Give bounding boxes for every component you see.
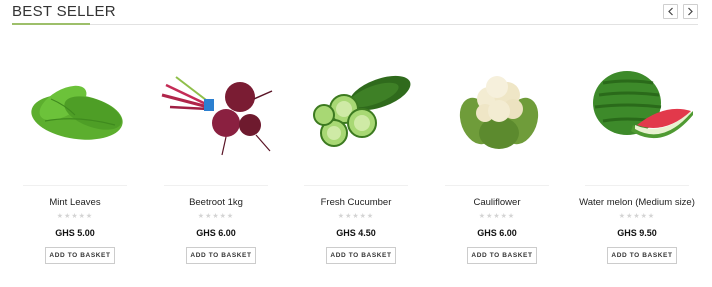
- mint-leaves-image: [31, 85, 123, 140]
- chevron-left-icon: [668, 7, 673, 16]
- card-divider: [304, 185, 408, 186]
- card-divider: [23, 185, 127, 186]
- product-image-link[interactable]: [5, 40, 145, 180]
- rating-stars: ★★★★★: [197, 213, 235, 220]
- chevron-right-icon: [688, 7, 693, 16]
- cauliflower-image: [459, 76, 539, 149]
- add-to-basket-button[interactable]: ADD TO BASKET: [186, 247, 256, 264]
- product-price: GHS 9.50: [617, 228, 657, 238]
- product-card: Beetroot 1kg ★★★★★ GHS 6.00 ADD TO BASKE…: [146, 40, 286, 280]
- rating-stars: ★★★★★: [56, 213, 94, 220]
- product-price: GHS 5.00: [55, 228, 95, 238]
- product-name[interactable]: Water melon (Medium size): [567, 197, 707, 208]
- add-to-basket-button[interactable]: ADD TO BASKET: [326, 247, 396, 264]
- product-image-link[interactable]: [286, 40, 426, 180]
- add-to-basket-button[interactable]: ADD TO BASKET: [607, 247, 677, 264]
- product-image-link[interactable]: [146, 40, 286, 180]
- product-price: GHS 4.50: [336, 228, 376, 238]
- rating-stars: ★★★★★: [337, 213, 375, 220]
- title-divider: [12, 24, 698, 25]
- product-card: Cauliflower ★★★★★ GHS 6.00 ADD TO BASKET: [427, 40, 567, 280]
- section-header: BEST SELLER: [0, 0, 712, 26]
- product-image-link[interactable]: [427, 40, 567, 180]
- product-image-link[interactable]: [567, 40, 707, 180]
- product-name[interactable]: Fresh Cucumber: [286, 197, 426, 208]
- title-accent-underline: [12, 23, 90, 25]
- product-carousel: Mint Leaves ★★★★★ GHS 5.00 ADD TO BASKET…: [0, 40, 712, 280]
- rating-stars: ★★★★★: [618, 213, 656, 220]
- product-price: GHS 6.00: [196, 228, 236, 238]
- rating-stars: ★★★★★: [478, 213, 516, 220]
- beetroot-image: [161, 76, 273, 156]
- cucumber-image: [313, 75, 411, 147]
- watermelon-image: [593, 71, 693, 139]
- card-divider: [164, 185, 268, 186]
- add-to-basket-button[interactable]: ADD TO BASKET: [467, 247, 537, 264]
- card-divider: [585, 185, 689, 186]
- carousel-prev-button[interactable]: [663, 4, 678, 19]
- product-name[interactable]: Mint Leaves: [5, 197, 145, 208]
- card-divider: [445, 185, 549, 186]
- product-card: Fresh Cucumber ★★★★★ GHS 4.50 ADD TO BAS…: [286, 40, 426, 280]
- product-price: GHS 6.00: [477, 228, 517, 238]
- product-name[interactable]: Cauliflower: [427, 197, 567, 208]
- product-card: Mint Leaves ★★★★★ GHS 5.00 ADD TO BASKET: [5, 40, 145, 280]
- carousel-next-button[interactable]: [683, 4, 698, 19]
- add-to-basket-button[interactable]: ADD TO BASKET: [45, 247, 115, 264]
- product-card: Water melon (Medium size) ★★★★★ GHS 9.50…: [567, 40, 707, 280]
- product-name[interactable]: Beetroot 1kg: [146, 197, 286, 208]
- section-title: BEST SELLER: [12, 3, 116, 20]
